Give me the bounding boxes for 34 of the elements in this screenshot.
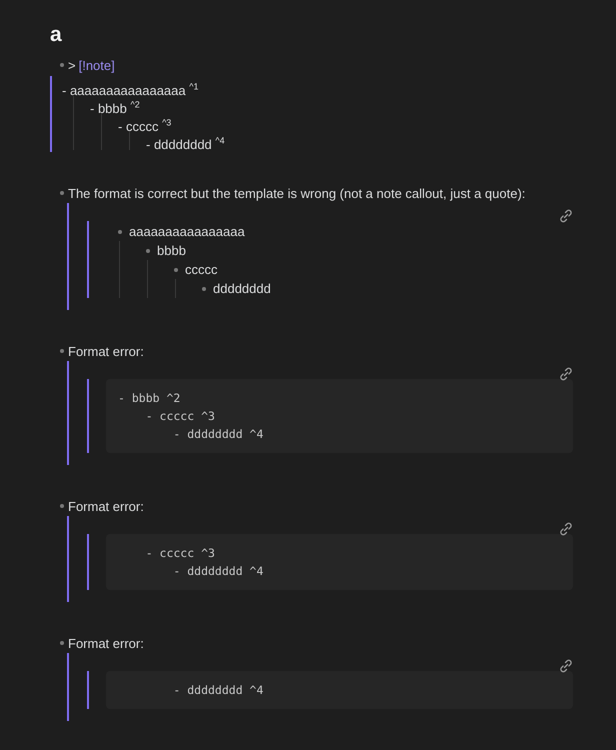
bullet-icon (60, 641, 64, 645)
code-line: - ccccc ^3 (144, 545, 216, 562)
bullet-icon (60, 349, 64, 353)
text-line: - aaaaaaaaaaaaaaaa $^{^1}$ (62, 83, 198, 98)
link-icon[interactable] (559, 659, 573, 673)
bullet-icon (60, 191, 64, 195)
list-item-text: The format is correct but the template is wrong (not a note callout, just a quote): (68, 186, 526, 200)
link-icon[interactable] (559, 209, 573, 223)
bullet-icon (146, 248, 150, 252)
bullet-icon (60, 63, 64, 67)
text-line: - dddddddd $^{^4}$ (146, 137, 225, 152)
bullet-icon (118, 230, 122, 234)
text-line: - bbbb $^{^2}$ (90, 101, 140, 116)
text-line: - ccccc $^{^3}$ (118, 119, 172, 134)
bullet-icon (60, 504, 64, 508)
code-line: - dddddddd ^4 (172, 563, 264, 580)
list-item-text: dddddddd (213, 281, 271, 296)
code-line: - dddddddd ^4 (172, 426, 264, 443)
list-item-text: aaaaaaaaaaaaaaaa (129, 224, 245, 239)
bullet-icon (202, 286, 206, 290)
list-item-text: ccccc (185, 262, 218, 277)
link-icon[interactable] (559, 367, 573, 381)
code-line: - ccccc ^3 (144, 408, 216, 425)
bullet-icon (174, 268, 178, 272)
link-icon[interactable] (559, 522, 573, 536)
code-line: - bbbb ^2 (118, 390, 182, 407)
code-line: - dddddddd ^4 (172, 682, 264, 699)
list-item-text: bbbb (157, 243, 186, 258)
heading: a (50, 22, 63, 48)
quote-marker: > (68, 58, 76, 72)
list-item-text: Format error: (68, 344, 144, 358)
list-item-text: Format error: (68, 636, 144, 650)
callout-tag: [!note] (78, 58, 115, 72)
list-item-text: Format error: (68, 498, 144, 514)
